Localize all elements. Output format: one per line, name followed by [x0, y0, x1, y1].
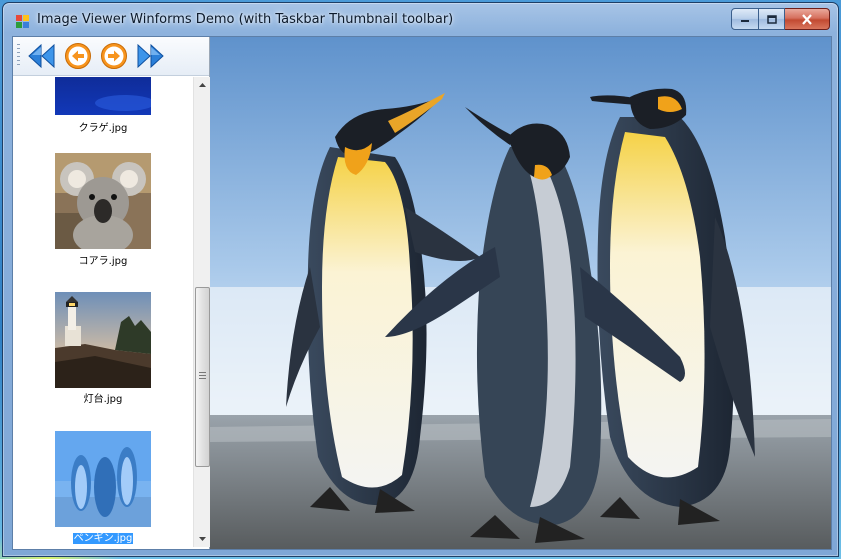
window-title: Image Viewer Winforms Demo (with Taskbar… — [37, 12, 454, 27]
selected-thumbnail-label: ペンギン.jpg — [72, 533, 134, 544]
image-viewer — [210, 37, 831, 549]
thumbnail-image-koala — [55, 153, 151, 249]
penguins-image — [210, 37, 831, 549]
thumbnail-image-jellyfish — [55, 77, 151, 115]
close-icon — [802, 13, 812, 25]
minimize-icon — [741, 20, 749, 22]
app-window: Image Viewer Winforms Demo (with Taskbar… — [2, 2, 839, 557]
thumbnail-label: コアラ.jpg — [78, 256, 128, 267]
double-right-arrow-icon — [137, 43, 164, 69]
thumbnail-image-lighthouse — [55, 292, 151, 388]
thumbnail-panel: クラゲ.jpg コアラ.jpg 灯台.jpg ペンギン.jpg — [13, 37, 210, 549]
vertical-scrollbar[interactable] — [193, 77, 210, 547]
toolbar-grip[interactable] — [17, 44, 20, 68]
last-button[interactable] — [135, 42, 165, 70]
app-icon[interactable] — [16, 15, 30, 28]
maximize-icon — [766, 14, 777, 24]
thumbnail-list[interactable]: クラゲ.jpg コアラ.jpg 灯台.jpg ペンギン.jpg — [13, 77, 193, 549]
navigation-toolbar — [13, 37, 209, 76]
thumbnail-image-penguins — [55, 431, 151, 527]
close-button[interactable] — [785, 8, 830, 30]
first-button[interactable] — [27, 42, 57, 70]
minimize-button[interactable] — [731, 8, 759, 30]
title-bar[interactable]: Image Viewer Winforms Demo (with Taskbar… — [3, 3, 838, 36]
double-left-arrow-icon — [28, 43, 55, 69]
circle-left-arrow-icon — [65, 43, 91, 69]
thumbnail-label: 灯台.jpg — [83, 394, 123, 405]
scrollbar-grip-icon — [199, 372, 206, 379]
scrollbar-thumb[interactable] — [195, 287, 210, 467]
circle-right-arrow-icon — [101, 43, 127, 69]
maximize-button[interactable] — [759, 8, 785, 30]
scroll-down-arrow-icon — [198, 537, 206, 541]
previous-button[interactable] — [63, 42, 93, 70]
scroll-up-arrow-icon — [198, 83, 206, 87]
scroll-down-button[interactable] — [194, 531, 210, 547]
thumbnail-label: ペンギン.jpg — [13, 529, 193, 544]
caption-buttons — [731, 8, 830, 30]
client-area: クラゲ.jpg コアラ.jpg 灯台.jpg ペンギン.jpg — [12, 36, 832, 550]
thumbnail-label: クラゲ.jpg — [78, 123, 128, 134]
next-button[interactable] — [99, 42, 129, 70]
scroll-up-button[interactable] — [194, 77, 210, 93]
